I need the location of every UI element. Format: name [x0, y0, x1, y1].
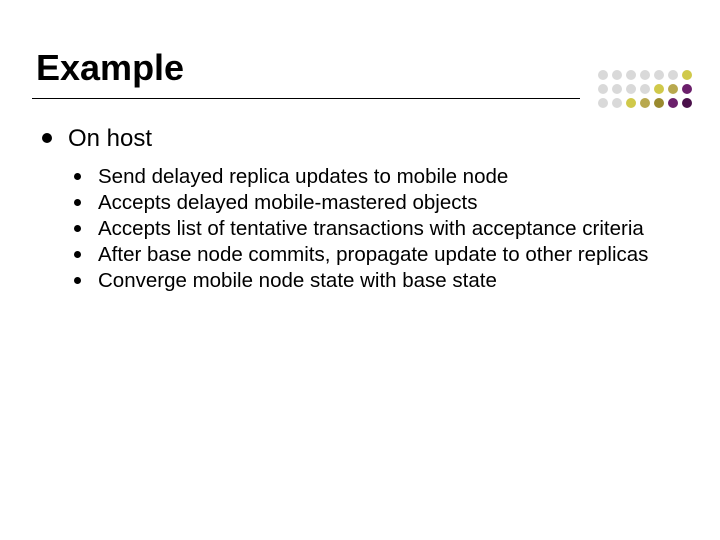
slide-title: Example	[36, 48, 684, 88]
dot	[640, 70, 650, 80]
dot	[640, 98, 650, 108]
dot	[668, 98, 678, 108]
dot	[626, 98, 636, 108]
bullet-list-level2: Send delayed replica updates to mobile n…	[68, 164, 684, 293]
bullet-list-level1: On host Send delayed replica updates to …	[36, 124, 684, 293]
bullet-level1-item: On host Send delayed replica updates to …	[36, 124, 684, 293]
dot	[682, 84, 692, 94]
dot	[640, 84, 650, 94]
dots-row	[598, 98, 692, 108]
bullet-level2-item: After base node commits, propagate updat…	[68, 242, 684, 267]
dots-row	[598, 70, 692, 80]
dot	[598, 84, 608, 94]
dot	[612, 84, 622, 94]
dots-row	[598, 84, 692, 94]
dot	[626, 70, 636, 80]
bullet-level2-item: Send delayed replica updates to mobile n…	[68, 164, 684, 189]
dot	[682, 70, 692, 80]
decoration-dots	[598, 70, 692, 112]
dot	[654, 98, 664, 108]
title-rule	[32, 98, 580, 99]
bullet-level2-item: Converge mobile node state with base sta…	[68, 268, 684, 293]
dot	[682, 98, 692, 108]
dot	[598, 98, 608, 108]
dot	[598, 70, 608, 80]
dot	[612, 70, 622, 80]
dot	[612, 98, 622, 108]
dot	[654, 70, 664, 80]
dot	[626, 84, 636, 94]
dot	[668, 70, 678, 80]
dot	[654, 84, 664, 94]
bullet-level1-text: On host	[68, 125, 152, 152]
slide: Example On host Send delayed replica upd…	[0, 0, 720, 540]
bullet-level2-item: Accepts delayed mobile-mastered objects	[68, 190, 684, 215]
dot	[668, 84, 678, 94]
bullet-level2-item: Accepts list of tentative transactions w…	[68, 216, 684, 241]
